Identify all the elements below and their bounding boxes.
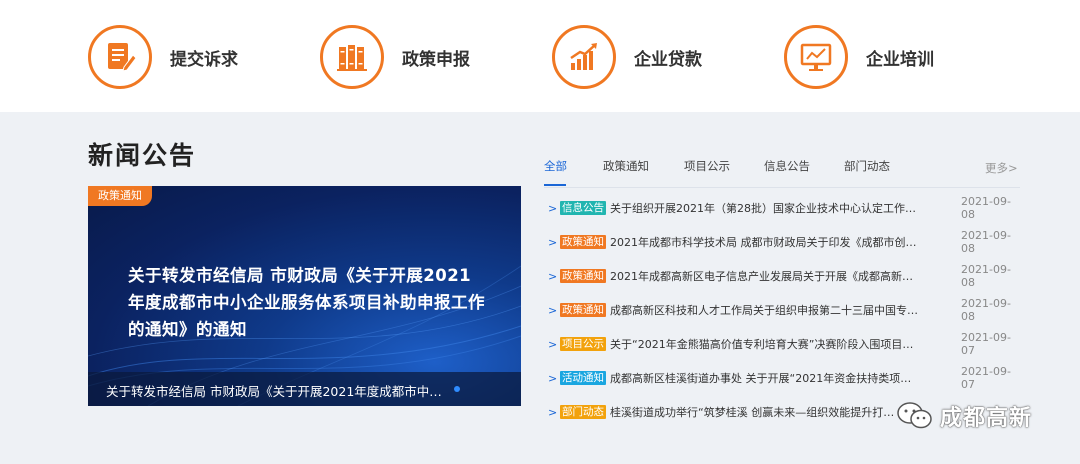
news-badge: 政策通知 <box>560 269 606 283</box>
services-bar: 提交诉求 政策申报 企业贷款 企业培训 <box>0 0 1080 112</box>
growth-chart-icon <box>552 25 616 89</box>
books-icon <box>320 25 384 89</box>
news-title: 桂溪街道成功举行“筑梦桂溪 创赢未来—组织效能提升打造活动 <box>610 406 900 419</box>
watermark: 成都高新 <box>896 398 1032 434</box>
news-title: 关于组织开展2021年（第28批）国家企业技术中心认定工作的通知 <box>610 202 918 215</box>
news-date: 2021-09-08 <box>961 195 1011 221</box>
news-item[interactable]: > 信息公告 关于组织开展2021年（第28批）国家企业技术中心认定工作的通知 … <box>548 195 1018 221</box>
service-label: 提交诉求 <box>170 49 238 70</box>
news-title: 关于“2021年金熊猫高价值专利培育大赛”决赛阶段入围项目的公示 <box>610 338 918 351</box>
news-item[interactable]: > 政策通知 2021年成都市科学技术局 成都市财政局关于印发《成都市创新型企业… <box>548 229 1018 255</box>
chevron-right-icon: > <box>548 337 558 351</box>
active-tab-underline <box>544 184 566 186</box>
news-item[interactable]: > 政策通知 成都高新区科技和人才工作局关于组织申报第二十三届中国专利奖的通知 … <box>548 297 1018 323</box>
news-title: 2021年成都高新区电子信息产业发展局关于开展《成都高新区产业政策》申报的通知 <box>610 270 918 283</box>
service-enterprise-loan[interactable]: 企业贷款 <box>552 24 702 90</box>
news-date: 2021-09-08 <box>961 263 1011 289</box>
news-badge: 政策通知 <box>560 235 606 249</box>
chevron-right-icon: > <box>548 201 558 215</box>
chevron-right-icon: > <box>548 405 558 419</box>
news-title: 2021年成都市科学技术局 成都市财政局关于印发《成都市创新型企业培育计划》的通… <box>610 236 918 249</box>
news-title: 成都高新区桂溪街道办事处 关于开展“2021年资金扶持类项目”申报的通知 <box>610 372 918 385</box>
banner-caption-bar: 关于转发市经信局 市财政局《关于开展2021年度成都市中小企业服务体系项目补助申… <box>88 372 521 406</box>
service-policy-apply[interactable]: 政策申报 <box>320 24 470 90</box>
banner-caption: 关于转发市经信局 市财政局《关于开展2021年度成都市中小企业服务体系项目补助申… <box>106 384 446 399</box>
carousel-indicator-dot[interactable] <box>454 386 460 392</box>
news-title: 成都高新区科技和人才工作局关于组织申报第二十三届中国专利奖的通知 <box>610 304 918 317</box>
tabs-divider <box>544 187 1020 188</box>
news-badge: 部门动态 <box>560 405 606 419</box>
tab-department-news[interactable]: 部门动态 <box>844 158 890 174</box>
tab-policy-notice[interactable]: 政策通知 <box>603 158 649 174</box>
service-label: 政策申报 <box>402 49 470 70</box>
presentation-screen-icon <box>784 25 848 89</box>
chevron-right-icon: > <box>548 269 558 283</box>
news-badge: 活动通知 <box>560 371 606 385</box>
tab-project-publicity[interactable]: 项目公示 <box>684 158 730 174</box>
news-date: 2021-09-08 <box>961 297 1011 323</box>
news-item[interactable]: > 政策通知 2021年成都高新区电子信息产业发展局关于开展《成都高新区产业政策… <box>548 263 1018 289</box>
chevron-right-icon: > <box>548 371 558 385</box>
news-badge: 项目公示 <box>560 337 606 351</box>
news-item[interactable]: > 项目公示 关于“2021年金熊猫高价值专利培育大赛”决赛阶段入围项目的公示 … <box>548 331 1018 357</box>
news-date: 2021-09-08 <box>961 229 1011 255</box>
news-date: 2021-09-07 <box>961 331 1011 357</box>
tab-info-announcement[interactable]: 信息公告 <box>764 158 810 174</box>
service-label: 企业贷款 <box>634 49 702 70</box>
banner-headline: 关于转发市经信局 市财政局《关于开展2021年度成都市中小企业服务体系项目补助申… <box>128 266 485 339</box>
document-edit-icon <box>88 25 152 89</box>
service-label: 企业培训 <box>866 49 934 70</box>
service-submit-request[interactable]: 提交诉求 <box>88 24 238 90</box>
banner-tag: 政策通知 <box>88 186 152 206</box>
news-date: 2021-09-07 <box>961 365 1011 391</box>
news-item[interactable]: > 活动通知 成都高新区桂溪街道办事处 关于开展“2021年资金扶持类项目”申报… <box>548 365 1018 391</box>
chevron-right-icon: > <box>548 235 558 249</box>
more-link[interactable]: 更多> <box>985 160 1018 176</box>
news-badge: 政策通知 <box>560 303 606 317</box>
news-badge: 信息公告 <box>560 201 606 215</box>
chevron-right-icon: > <box>548 303 558 317</box>
section-title: 新闻公告 <box>88 141 197 170</box>
service-enterprise-training[interactable]: 企业培训 <box>784 24 934 90</box>
featured-news-banner[interactable]: 政策通知 关于转发市经信局 市财政局《关于开展2021年度成都市中小企业服务体系… <box>88 186 521 406</box>
wechat-icon <box>897 402 932 429</box>
watermark-text: 成都高新 <box>940 406 1033 431</box>
tab-all[interactable]: 全部 <box>544 158 567 174</box>
